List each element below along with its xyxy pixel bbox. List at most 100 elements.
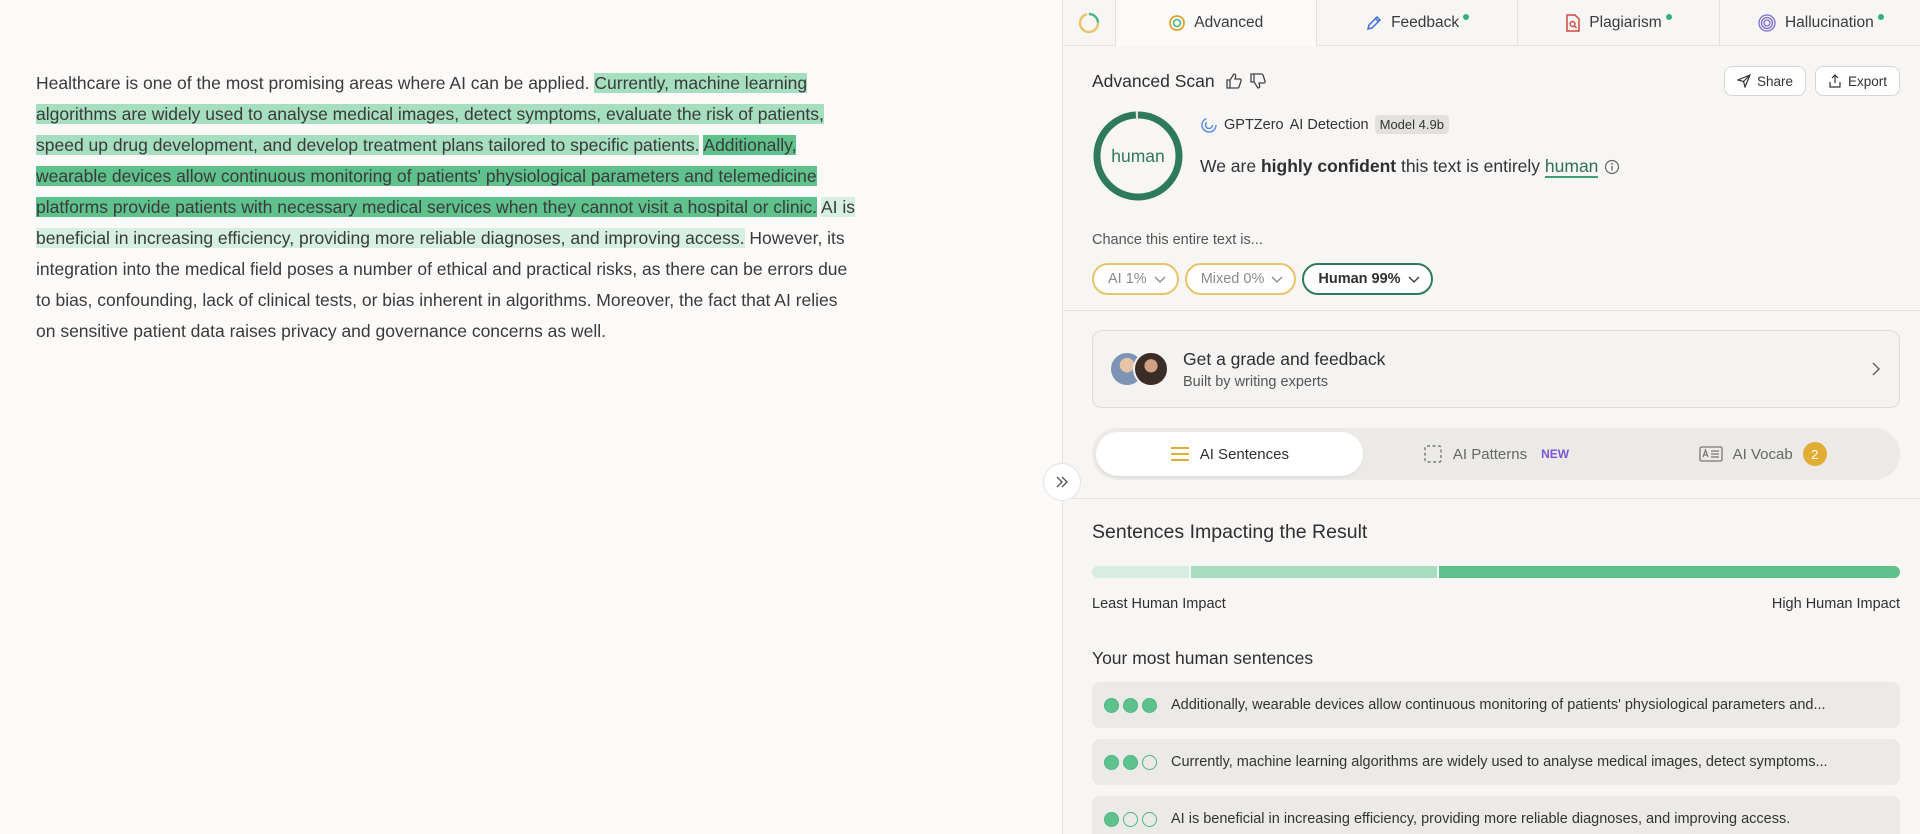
advanced-icon [1169, 15, 1186, 31]
tab-hallucination[interactable]: Hallucination [1720, 0, 1920, 46]
detector-line: GPTZero AI Detection Model 4.9b [1200, 115, 1449, 134]
grade-text: Get a grade and feedback Built by writin… [1183, 349, 1385, 390]
export-label: Export [1847, 73, 1887, 89]
info-icon[interactable] [1604, 159, 1620, 175]
impact-dot [1142, 811, 1157, 827]
most-human-title: Your most human sentences [1092, 648, 1314, 668]
confidence-verdict[interactable]: human [1544, 156, 1599, 178]
tab-feedback[interactable]: Feedback [1317, 0, 1519, 46]
thumbs-up-icon[interactable] [1225, 72, 1243, 90]
tab-label: Hallucination [1784, 14, 1874, 31]
upload-icon [1829, 74, 1841, 88]
impact-right-label: High Human Impact [1771, 596, 1900, 612]
app-root: Healthcare is one of the most promising … [0, 0, 1920, 834]
tab-label: Feedback [1391, 14, 1460, 31]
chevron-right-icon [1872, 362, 1881, 376]
chip-label: Mixed 0% [1200, 271, 1265, 287]
document-text[interactable]: Healthcare is one of the most promising … [36, 68, 856, 347]
chip-label: AI 1% [1108, 271, 1147, 287]
impact-dot [1104, 754, 1119, 770]
gptzero-swirl-icon [1201, 116, 1217, 133]
header-actions: Share Export [1723, 66, 1900, 96]
vocab-count-badge: 2 [1802, 442, 1827, 466]
analysis-segmented-control: AI Sentences AI Patterns NEW AI Vocab 2 [1092, 428, 1900, 480]
sentence-row[interactable]: AI is beneficial in increasing efficienc… [1092, 796, 1900, 834]
impact-left-label: Least Human Impact [1092, 596, 1226, 612]
tab-label: AI Sentences [1199, 445, 1289, 463]
chance-label: Chance this entire text is... [1092, 232, 1263, 248]
sentence-row[interactable]: Additionally, wearable devices allow con… [1092, 682, 1900, 728]
text-segment: Healthcare is one of the most promising … [36, 73, 595, 93]
expert-avatars [1109, 349, 1171, 389]
model-badge: Model 4.9b [1374, 115, 1449, 134]
pen-icon [1367, 15, 1382, 31]
text-editor[interactable]: Healthcare is one of the most promising … [0, 0, 1062, 834]
sentence-list: Additionally, wearable devices allow con… [1092, 682, 1900, 834]
gauge-label: human [1111, 145, 1165, 166]
confidence-middle: this text is entirely [1396, 156, 1545, 176]
impact-title: Sentences Impacting the Result [1092, 521, 1368, 543]
ai-probability-chip[interactable]: AI 1% [1092, 263, 1179, 295]
impact-dots [1104, 754, 1157, 770]
section-divider [1063, 498, 1920, 499]
share-button[interactable]: Share [1723, 66, 1806, 96]
notification-dot [1877, 14, 1884, 20]
scan-title: Advanced Scan [1092, 70, 1215, 91]
human-probability-chip[interactable]: Human 99% [1302, 263, 1433, 295]
document-search-icon [1566, 14, 1581, 32]
impact-segment-mid [1191, 566, 1437, 578]
vocab-card-icon [1699, 446, 1723, 462]
impact-segment-low [1092, 566, 1189, 578]
spiral-icon [1758, 14, 1776, 32]
impact-dot [1142, 697, 1157, 713]
tab-ai-sentences[interactable]: AI Sentences [1096, 432, 1363, 476]
thumbs-down-icon[interactable] [1249, 72, 1267, 90]
tab-label: Advanced [1194, 14, 1264, 31]
gptzero-logo[interactable] [1063, 0, 1116, 46]
sentence-text: Additionally, wearable devices allow con… [1171, 697, 1826, 713]
notification-dot [1665, 14, 1672, 20]
double-chevron-right-icon [1056, 476, 1068, 488]
tab-plagiarism[interactable]: Plagiarism [1518, 0, 1720, 46]
share-label: Share [1756, 73, 1793, 89]
sentence-text: AI is beneficial in increasing efficienc… [1171, 811, 1791, 827]
chevron-down-icon [1408, 276, 1420, 283]
results-panel: Advanced Feedback Plagiarism Hallucinati… [1062, 0, 1920, 834]
tab-label: AI Patterns [1452, 445, 1528, 463]
impact-dot [1142, 754, 1157, 770]
scan-header: Advanced Scan Share Export [1092, 66, 1900, 96]
confidence-level: highly confident [1260, 156, 1397, 176]
grade-feedback-card[interactable]: Get a grade and feedback Built by writin… [1092, 330, 1900, 408]
chip-label: Human 99% [1318, 271, 1401, 287]
rating-buttons [1225, 72, 1267, 90]
mixed-probability-chip[interactable]: Mixed 0% [1184, 263, 1297, 295]
notification-dot [1463, 14, 1470, 20]
sentence-text: Currently, machine learning algorithms a… [1171, 754, 1828, 770]
export-button[interactable]: Export [1814, 66, 1900, 96]
tab-ai-vocab[interactable]: AI Vocab 2 [1629, 432, 1896, 476]
impact-scale-bar [1092, 566, 1900, 578]
confidence-statement: We are highly confident this text is ent… [1200, 156, 1620, 178]
avatar [1133, 351, 1169, 387]
probability-chips: AI 1% Mixed 0% Human 99% [1092, 263, 1433, 295]
impact-dot [1123, 811, 1138, 827]
confidence-prefix: We are [1200, 156, 1261, 176]
tab-label: AI Vocab [1732, 445, 1793, 463]
tab-advanced[interactable]: Advanced [1115, 0, 1317, 46]
tab-ai-patterns[interactable]: AI Patterns NEW [1363, 432, 1630, 476]
chevron-down-icon [1271, 276, 1283, 283]
sentence-row[interactable]: Currently, machine learning algorithms a… [1092, 739, 1900, 785]
logo-icon [1078, 12, 1099, 34]
grade-subtitle: Built by writing experts [1183, 373, 1329, 390]
grade-title: Get a grade and feedback [1183, 348, 1386, 369]
collapse-panel-button[interactable] [1043, 463, 1081, 501]
detector-name: GPTZero [1224, 116, 1284, 133]
impact-segment-high [1439, 566, 1900, 578]
impact-dot [1104, 811, 1119, 827]
tab-label: Plagiarism [1589, 14, 1662, 31]
new-badge: NEW [1541, 447, 1570, 461]
chevron-down-icon [1154, 276, 1166, 283]
detector-suffix: AI Detection [1289, 116, 1369, 133]
dashed-square-icon [1424, 445, 1442, 463]
impact-dots [1104, 811, 1157, 827]
